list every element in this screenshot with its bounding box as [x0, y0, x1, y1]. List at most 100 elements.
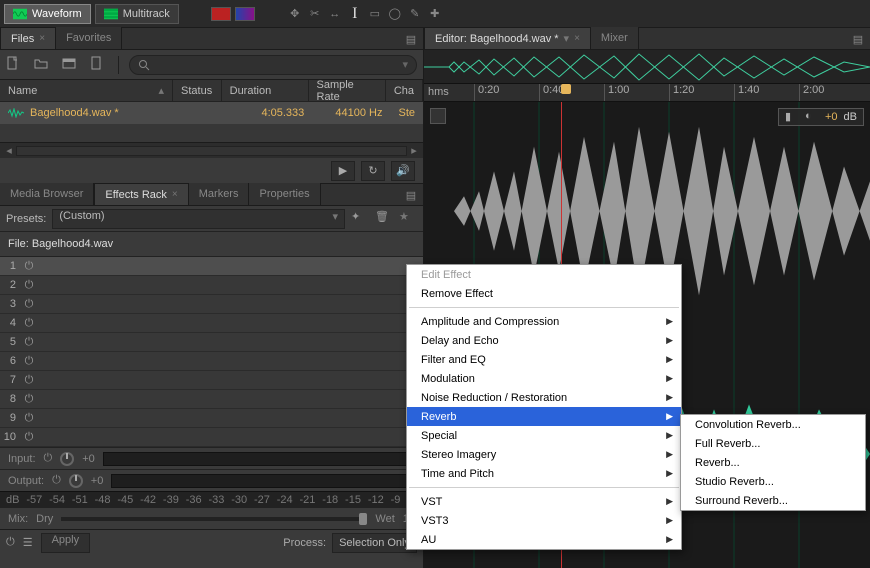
submenu-full-reverb[interactable]: Full Reverb...	[681, 434, 865, 453]
tab-effects-rack[interactable]: Effects Rack×	[94, 183, 188, 205]
tab-editor[interactable]: Editor: Bagelhood4.wav * ▾ ×	[424, 27, 591, 49]
effect-slot[interactable]: 7⏻	[0, 371, 423, 390]
process-mode-select[interactable]: Selection Only	[332, 533, 417, 553]
effect-slot[interactable]: 2⏻	[0, 276, 423, 295]
effect-slot[interactable]: 3⏻	[0, 295, 423, 314]
play-button[interactable]: ▶	[331, 161, 355, 181]
save-preset-icon[interactable]: ✦	[351, 210, 369, 228]
import-icon[interactable]	[62, 56, 80, 74]
channel-toggle[interactable]	[430, 108, 446, 124]
close-file-icon[interactable]	[90, 56, 108, 74]
power-icon[interactable]: ⏻	[44, 452, 53, 465]
overview-waveform[interactable]	[424, 50, 870, 84]
loop-button[interactable]: ↻	[361, 161, 385, 181]
heal-tool-icon[interactable]: ✚	[427, 6, 443, 22]
menu-delay[interactable]: Delay and Echo▶	[407, 331, 681, 350]
power-icon[interactable]: ⏻	[20, 336, 38, 349]
close-icon[interactable]: ×	[172, 189, 178, 200]
menu-amplitude[interactable]: Amplitude and Compression▶	[407, 312, 681, 331]
swatch-red[interactable]	[211, 7, 231, 21]
marquee-tool-icon[interactable]: ▭	[367, 6, 383, 22]
col-name[interactable]: Name▴	[0, 80, 173, 101]
vertical-zoom[interactable]: ▮ ◐ +0 dB	[778, 108, 864, 126]
menu-noise[interactable]: Noise Reduction / Restoration▶	[407, 388, 681, 407]
effect-slot[interactable]: 8⏻	[0, 390, 423, 409]
submenu-studio-reverb[interactable]: Studio Reverb...	[681, 472, 865, 491]
power-icon[interactable]: ⏻	[20, 355, 38, 368]
power-icon[interactable]: ⏻	[20, 317, 38, 330]
move-tool-icon[interactable]: ✥	[287, 6, 303, 22]
close-icon[interactable]: ×	[574, 33, 580, 44]
playhead-icon[interactable]	[561, 84, 571, 94]
panel-menu-icon[interactable]: ▤	[399, 29, 423, 49]
mode-multitrack[interactable]: Multitrack	[95, 4, 179, 24]
ibeam-tool-icon[interactable]: I	[347, 6, 363, 22]
col-duration[interactable]: Duration	[222, 80, 309, 101]
submenu-surround-reverb[interactable]: Surround Reverb...	[681, 491, 865, 510]
brush-tool-icon[interactable]: ✎	[407, 6, 423, 22]
menu-stereo[interactable]: Stereo Imagery▶	[407, 445, 681, 464]
menu-vst3[interactable]: VST3▶	[407, 511, 681, 530]
col-rate[interactable]: Sample Rate	[309, 80, 386, 101]
range-tool-icon[interactable]: ↔	[327, 6, 343, 22]
autoplay-button[interactable]: 🔊	[391, 161, 415, 181]
tab-media-browser[interactable]: Media Browser	[0, 183, 94, 205]
power-icon[interactable]: ⏻	[6, 536, 15, 549]
apply-button[interactable]: Apply	[41, 533, 91, 553]
time-ruler[interactable]: hms 0:20 0:40 1:00 1:20 1:40 2:00	[424, 84, 870, 102]
scroll-right-icon[interactable]: ▸	[407, 144, 421, 158]
panel-menu-icon[interactable]: ▤	[399, 185, 423, 205]
effect-slot[interactable]: 6⏻	[0, 352, 423, 371]
effect-slot[interactable]: 10⏻	[0, 428, 423, 447]
list-icon[interactable]: ☰	[23, 536, 33, 549]
power-icon[interactable]: ⏻	[20, 279, 38, 292]
mix-slider[interactable]	[61, 517, 367, 521]
power-icon[interactable]: ⏻	[20, 260, 38, 273]
tab-files[interactable]: Files ×	[0, 27, 56, 49]
power-icon[interactable]: ⏻	[20, 431, 38, 444]
new-file-icon[interactable]	[6, 56, 24, 74]
effect-slot[interactable]: 5⏻	[0, 333, 423, 352]
tab-properties[interactable]: Properties	[249, 183, 320, 205]
effect-slot[interactable]: 1⏻▸	[0, 257, 423, 276]
favorite-icon[interactable]: ★	[399, 210, 417, 228]
menu-au[interactable]: AU▶	[407, 530, 681, 549]
effect-slot[interactable]: 4⏻	[0, 314, 423, 333]
cut-tool-icon[interactable]: ✂	[307, 6, 323, 22]
mode-waveform[interactable]: Waveform	[4, 4, 91, 24]
chevron-down-icon[interactable]: ▾	[402, 58, 408, 71]
menu-vst[interactable]: VST▶	[407, 492, 681, 511]
delete-preset-icon[interactable]: 🗑	[375, 210, 393, 228]
col-status[interactable]: Status	[173, 80, 222, 101]
menu-special[interactable]: Special▶	[407, 426, 681, 445]
file-row[interactable]: Bagelhood4.wav * 4:05.333 44100 Hz Ste	[0, 102, 423, 124]
input-gain-knob[interactable]	[60, 452, 74, 466]
power-icon[interactable]: ⏻	[20, 298, 38, 311]
col-channels[interactable]: Cha	[386, 80, 423, 101]
menu-modulation[interactable]: Modulation▶	[407, 369, 681, 388]
submenu-convolution-reverb[interactable]: Convolution Reverb...	[681, 415, 865, 434]
power-icon[interactable]: ⏻	[20, 412, 38, 425]
tab-mixer[interactable]: Mixer	[591, 27, 639, 49]
panel-menu-icon[interactable]: ▤	[846, 29, 870, 49]
menu-remove-effect[interactable]: Remove Effect	[407, 284, 681, 303]
menu-filter-eq[interactable]: Filter and EQ▶	[407, 350, 681, 369]
file-list-hscroll[interactable]: ◂ ▸	[0, 142, 423, 158]
menu-reverb[interactable]: Reverb▶	[407, 407, 681, 426]
scroll-left-icon[interactable]: ◂	[2, 144, 16, 158]
spectral-toggle-icon[interactable]	[235, 7, 255, 21]
power-icon[interactable]: ⏻	[52, 474, 61, 487]
power-icon[interactable]: ⏻	[20, 393, 38, 406]
submenu-reverb[interactable]: Reverb...	[681, 453, 865, 472]
chevron-down-icon[interactable]: ▾	[564, 32, 570, 45]
open-folder-icon[interactable]	[34, 56, 52, 74]
effect-slot[interactable]: 9⏻	[0, 409, 423, 428]
tab-markers[interactable]: Markers	[189, 183, 250, 205]
close-icon[interactable]: ×	[39, 33, 45, 44]
menu-time-pitch[interactable]: Time and Pitch▶	[407, 464, 681, 483]
search-input[interactable]: ▾	[129, 55, 417, 75]
lasso-tool-icon[interactable]: ◯	[387, 6, 403, 22]
presets-select[interactable]: (Custom)▾	[52, 209, 345, 229]
tab-favorites[interactable]: Favorites	[56, 27, 122, 49]
output-gain-knob[interactable]	[69, 474, 83, 488]
